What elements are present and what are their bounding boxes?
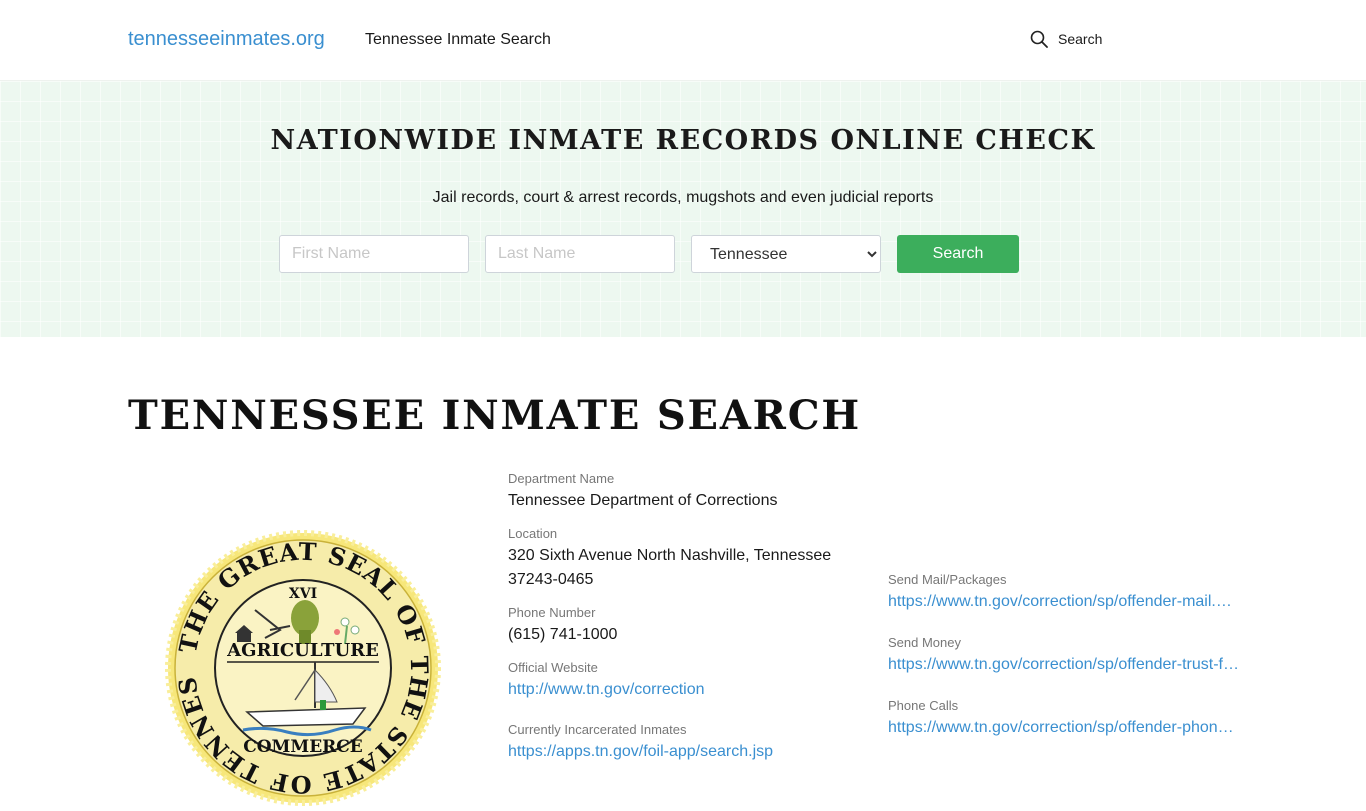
- label-phone-number: Phone Number: [508, 605, 596, 620]
- label-location: Location: [508, 526, 558, 541]
- label-current-inmates: Currently Incarcerated Inmates: [508, 722, 687, 737]
- seal-top-word: AGRICULTURE: [226, 640, 379, 661]
- label-send-money: Send Money: [888, 635, 961, 650]
- link-send-mail[interactable]: https://www.tn.gov/correction/sp/offende…: [888, 591, 1240, 613]
- value-location: 320 Sixth Avenue North Nashville, Tennes…: [508, 547, 832, 588]
- value-department-name: Tennessee Department of Corrections: [508, 492, 778, 509]
- value-phone-number: (615) 741-1000: [508, 626, 618, 643]
- link-current-inmates[interactable]: https://apps.tn.gov/foil-app/search.jsp: [508, 741, 848, 763]
- search-button[interactable]: Search: [897, 235, 1019, 273]
- hero-banner: NATIONWIDE INMATE RECORDS ONLINE CHECK J…: [0, 81, 1366, 337]
- seal-number: XVI: [289, 586, 317, 602]
- state-select[interactable]: Tennessee: [691, 235, 881, 273]
- site-header: tennesseeinmates.org Tennessee Inmate Se…: [0, 0, 1366, 81]
- header-search-button[interactable]: Search: [1030, 30, 1102, 48]
- field-phone-number: Phone Number (615) 741-1000: [508, 605, 848, 647]
- field-department-name: Department Name Tennessee Department of …: [508, 471, 848, 513]
- last-name-input[interactable]: [485, 235, 675, 273]
- site-logo-link[interactable]: tennesseeinmates.org: [128, 28, 325, 51]
- field-send-mail: Send Mail/Packages https://www.tn.gov/co…: [888, 572, 1240, 613]
- page-title: TENNESSEE INMATE SEARCH: [128, 392, 861, 439]
- label-department-name: Department Name: [508, 471, 615, 486]
- nav-link-inmate-search[interactable]: Tennessee Inmate Search: [365, 31, 551, 49]
- label-official-website: Official Website: [508, 660, 598, 675]
- field-phone-calls: Phone Calls https://www.tn.gov/correctio…: [888, 698, 1240, 739]
- first-name-input[interactable]: [279, 235, 469, 273]
- link-phone-calls[interactable]: https://www.tn.gov/correction/sp/offende…: [888, 717, 1240, 739]
- search-icon: [1030, 30, 1048, 48]
- seal-bottom-word: COMMERCE: [243, 737, 363, 757]
- department-details: Department Name Tennessee Department of …: [508, 471, 848, 763]
- state-seal-image: THE GREAT SEAL OF THE STATE OF TENNESSEE…: [155, 507, 441, 811]
- field-official-website: Official Website http://www.tn.gov/corre…: [508, 660, 848, 701]
- field-current-inmates: Currently Incarcerated Inmates https://a…: [508, 722, 848, 763]
- link-official-website[interactable]: http://www.tn.gov/correction: [508, 679, 848, 701]
- header-search-label: Search: [1058, 31, 1103, 47]
- label-phone-calls: Phone Calls: [888, 698, 959, 713]
- inmate-services: Send Mail/Packages https://www.tn.gov/co…: [888, 572, 1240, 739]
- hero-subtitle: Jail records, court & arrest records, mu…: [432, 189, 934, 206]
- field-location: Location 320 Sixth Avenue North Nashvill…: [508, 526, 848, 592]
- field-send-money: Send Money https://www.tn.gov/correction…: [888, 635, 1240, 676]
- link-send-money[interactable]: https://www.tn.gov/correction/sp/offende…: [888, 654, 1240, 676]
- inmate-search-form: Tennessee Search: [279, 235, 1019, 273]
- label-send-mail: Send Mail/Packages: [888, 572, 1007, 587]
- hero-title: NATIONWIDE INMATE RECORDS ONLINE CHECK: [270, 125, 1096, 156]
